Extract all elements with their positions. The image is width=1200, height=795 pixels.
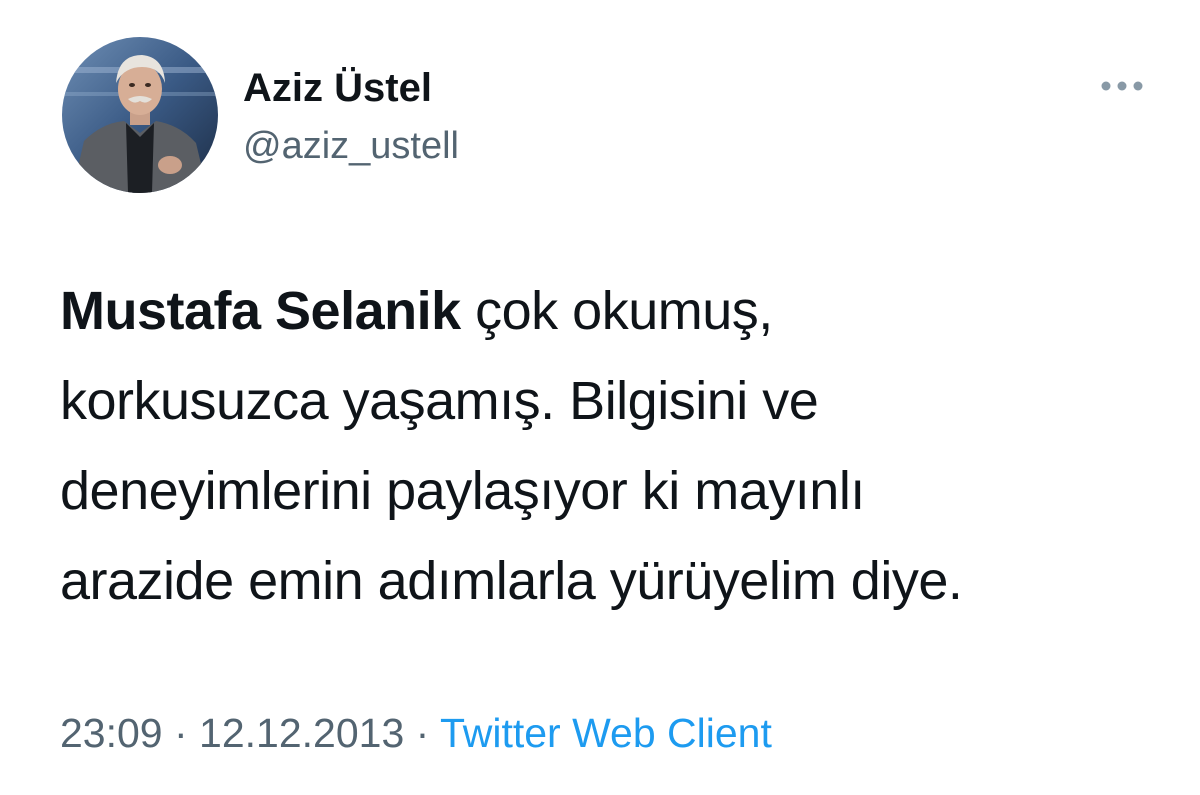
tweet-source-link[interactable]: Twitter Web Client xyxy=(440,710,772,756)
meta-separator: · xyxy=(404,710,440,756)
tweet-text-line-1: Mustafa Selanik çok okumuş, xyxy=(60,266,1160,356)
author-handle[interactable]: @aziz_ustell xyxy=(243,123,459,169)
tweet-card: Aziz Üstel @aziz_ustell Mustafa Selanik … xyxy=(0,0,1200,795)
tweet-text-line-3: deneyimlerini paylaşıyor ki mayınlı xyxy=(60,461,865,521)
author-display-name[interactable]: Aziz Üstel xyxy=(243,64,432,112)
tweet-meta: 23:09 · 12.12.2013 · Twitter Web Client xyxy=(60,708,772,758)
meta-separator: · xyxy=(162,710,200,756)
tweet-text: Mustafa Selanik çok okumuş, korkusuzca y… xyxy=(60,266,1160,626)
more-horizontal-icon xyxy=(1101,81,1143,91)
avatar[interactable] xyxy=(62,37,218,193)
more-options-button[interactable] xyxy=(1094,66,1150,106)
tweet-text-line-2: korkusuzca yaşamış. Bilgisini ve xyxy=(60,371,819,431)
tweet-text-line-1-rest: çok okumuş, xyxy=(460,281,773,341)
bold-name: Mustafa Selanik xyxy=(60,281,461,341)
tweet-time[interactable]: 23:09 xyxy=(60,710,163,756)
avatar-photo xyxy=(62,37,218,193)
tweet-text-line-4: arazide emin adımlarla yürüyelim diye. xyxy=(60,551,963,611)
tweet-date[interactable]: 12.12.2013 xyxy=(199,710,404,756)
